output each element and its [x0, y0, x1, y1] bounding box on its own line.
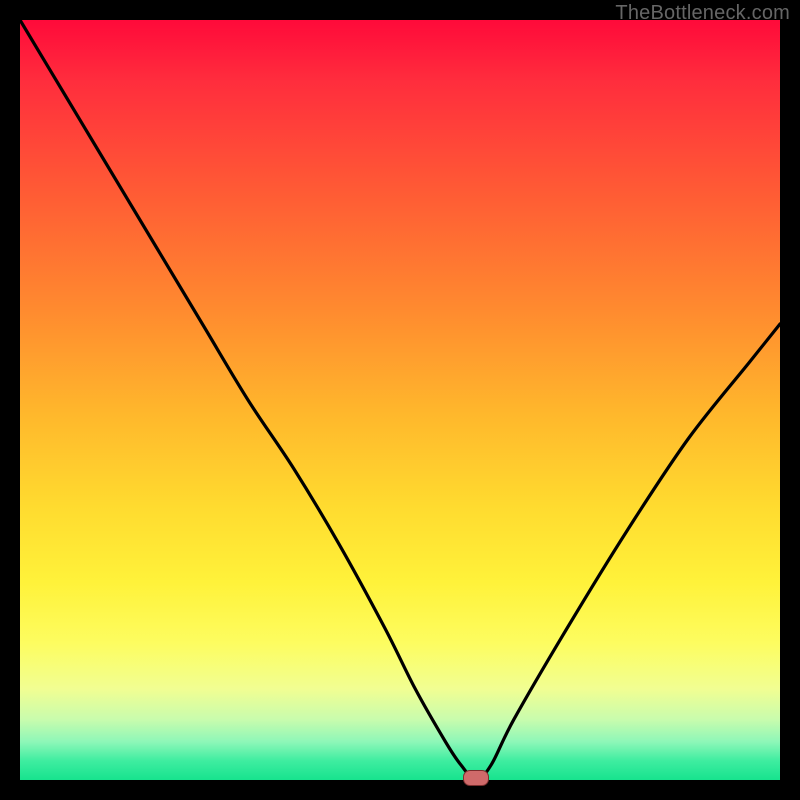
chart-frame: TheBottleneck.com	[0, 0, 800, 800]
curve-path	[20, 20, 780, 780]
bottleneck-curve	[20, 20, 780, 780]
optimum-marker	[463, 770, 489, 786]
plot-area	[20, 20, 780, 780]
watermark-text: TheBottleneck.com	[615, 2, 790, 25]
